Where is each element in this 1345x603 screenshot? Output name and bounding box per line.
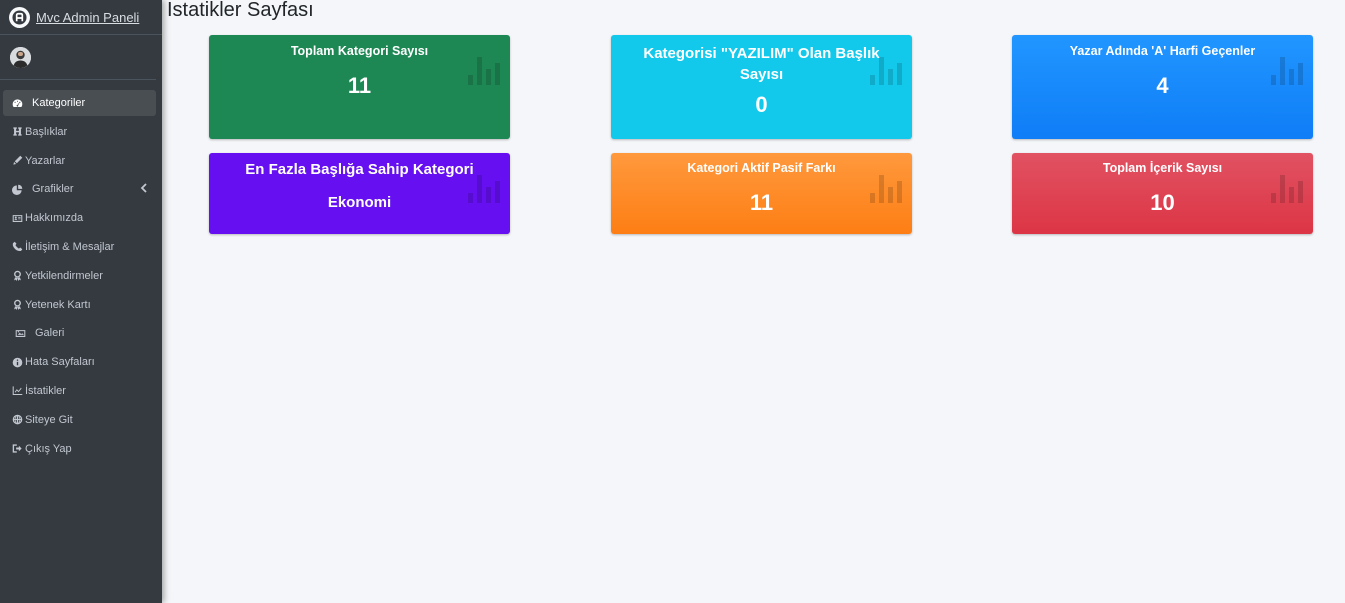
dashboard-icon (11, 97, 24, 110)
sidebar-item-grafikler[interactable]: Grafikler (3, 176, 156, 202)
sidebar-item-label: İletişim & Mesajlar (25, 240, 115, 253)
sidebar-item-siteye-git[interactable]: Siteye Git (3, 407, 156, 433)
page-title: İstatikler Sayfası (167, 0, 314, 21)
stat-box-value: 0 (755, 92, 768, 117)
stat-box-title: En Fazla Başlığa Sahip Kategori (245, 161, 474, 178)
stat-box-toplam-icerik: Toplam İçerik Sayısı 10 (1012, 153, 1313, 234)
award-icon (11, 298, 24, 311)
stat-box-title: Kategori Aktif Pasif Farkı (687, 161, 836, 175)
brand-link[interactable]: Mvc Admin Paneli (0, 0, 162, 35)
sidebar-item-label: Yetenek Kartı (25, 298, 91, 311)
sidebar-item-label: Galeri (35, 327, 65, 340)
sidebar-nav: Kategoriler Başlıklar Yazarlar Grafikler… (0, 80, 162, 462)
sidebar-item-label: Yetkilendirmeler (25, 269, 103, 282)
brand-logo-icon (9, 6, 30, 28)
sidebar-item-galeri[interactable]: Galeri (3, 320, 156, 346)
sidebar-item-yetkilendirmeler[interactable]: Yetkilendirmeler (3, 263, 156, 289)
sidebar-item-label: Başlıklar (25, 125, 68, 138)
sidebar-item-yazarlar[interactable]: Yazarlar (3, 148, 156, 174)
stat-box-value: Ekonomi (327, 194, 392, 211)
avatar[interactable] (10, 46, 31, 68)
stat-box-title: Kategorisi "YAZILIM" Olan Başlık Sayısı (643, 45, 880, 83)
sidebar-item-basliklar[interactable]: Başlıklar (3, 119, 156, 145)
sidebar-item-istatikler[interactable]: İstatikler (3, 378, 156, 404)
chevron-left-icon[interactable] (140, 183, 148, 194)
line-chart-icon (11, 384, 24, 397)
sidebar-item-hata-sayfalari[interactable]: Hata Sayfaları (3, 349, 156, 375)
stat-box-yazilim-baslik: Kategorisi "YAZILIM" Olan Başlık Sayısı … (611, 35, 912, 139)
sidebar-item-label: Siteye Git (25, 413, 73, 426)
stat-box-toplam-kategori: Toplam Kategori Sayısı 11 (209, 35, 510, 139)
sidebar-item-label: Çıkış Yap (25, 442, 72, 455)
award-icon (11, 269, 24, 282)
sidebar-item-kategoriler[interactable]: Kategoriler (3, 90, 156, 116)
brand-name[interactable]: Mvc Admin Paneli (36, 10, 139, 25)
pen-icon (11, 154, 24, 167)
stat-box-yazar-a-harfi: Yazar Adında 'A' Harfi Geçenler 4 (1012, 35, 1313, 139)
sidebar-item-label: İstatikler (25, 384, 66, 397)
sidebar-item-cikis-yap[interactable]: Çıkış Yap (3, 436, 156, 462)
sidebar-item-hakkimizda[interactable]: Hakkımızda (3, 205, 156, 231)
sidebar-item-yetenek-karti[interactable]: Yetenek Kartı (3, 292, 156, 318)
sidebar-item-label: Kategoriler (32, 97, 86, 109)
stat-box-aktif-pasif: Kategori Aktif Pasif Farkı 11 (611, 153, 912, 234)
stat-box-value: 10 (1150, 190, 1175, 215)
image-icon (14, 327, 27, 340)
sidebar: Mvc Admin Paneli Kategoriler Başlıklar Y… (0, 0, 162, 603)
stat-box-en-fazla-baslik: En Fazla Başlığa Sahip Kategori Ekonomi (209, 153, 510, 234)
id-card-icon (11, 212, 24, 225)
info-circle-icon (11, 356, 24, 369)
stat-box-title: Toplam İçerik Sayısı (1102, 161, 1223, 175)
stat-box-value: 4 (1156, 73, 1169, 98)
stat-box-title: Yazar Adında 'A' Harfi Geçenler (1069, 44, 1256, 58)
sidebar-item-label: Yazarlar (25, 154, 66, 167)
stat-box-value: 11 (749, 190, 774, 215)
user-panel (0, 35, 156, 80)
globe-icon (11, 413, 24, 426)
sidebar-item-iletisim[interactable]: İletişim & Mesajlar (3, 234, 156, 260)
sidebar-item-label: Grafikler (32, 183, 74, 196)
pie-chart-icon (11, 183, 24, 196)
stat-box-value: 11 (347, 73, 372, 98)
heading-icon (11, 125, 24, 138)
phone-icon (11, 240, 24, 253)
sidebar-item-label: Hakkımızda (25, 212, 84, 225)
sidebar-item-label: Hata Sayfaları (25, 356, 95, 369)
stat-box-title: Toplam Kategori Sayısı (290, 44, 429, 58)
sign-out-icon (11, 442, 24, 455)
